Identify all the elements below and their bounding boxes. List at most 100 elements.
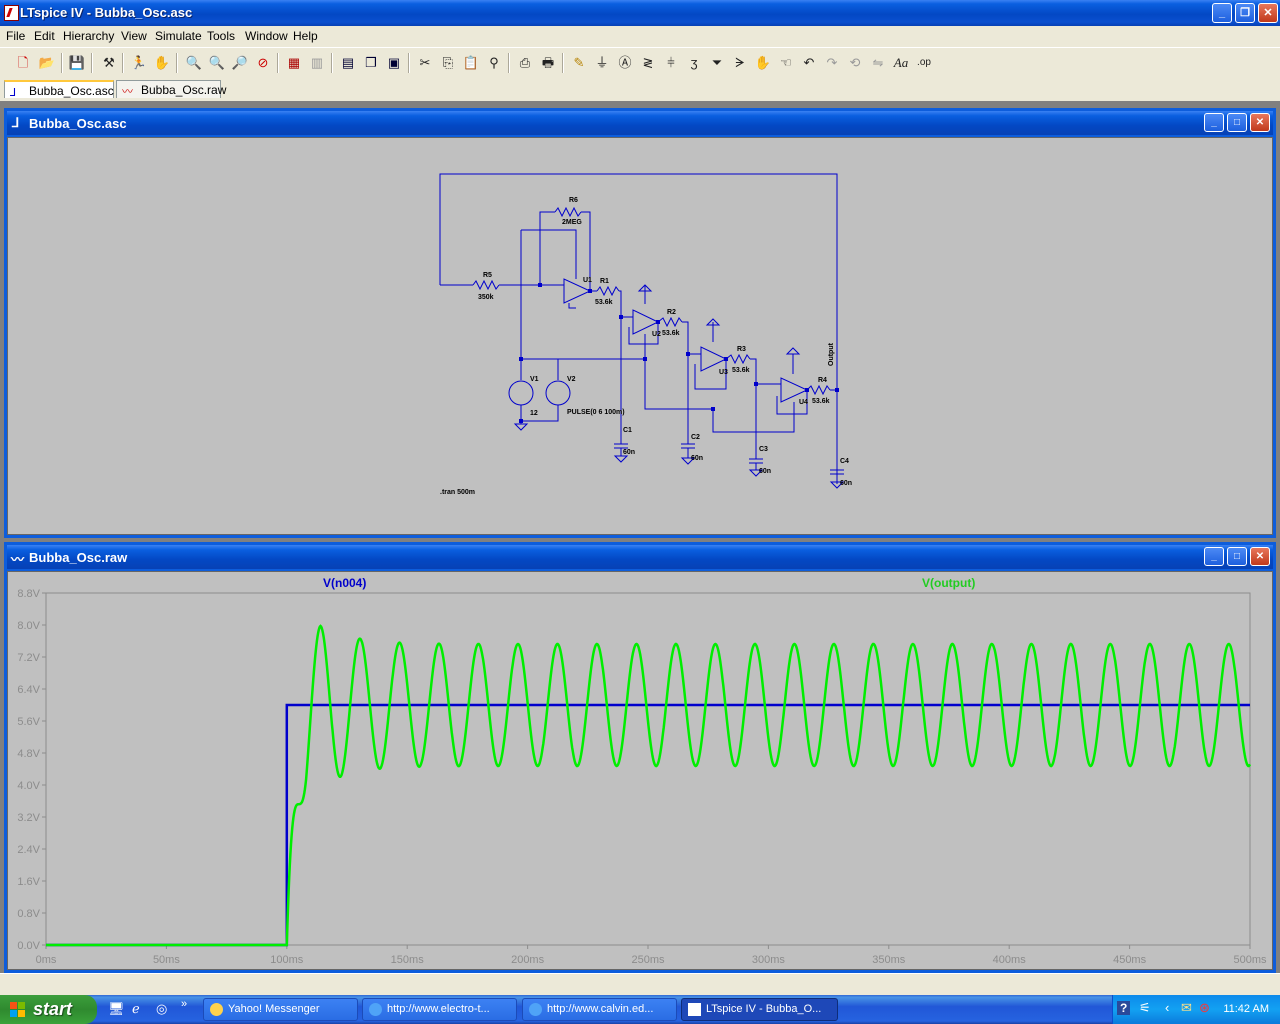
ltspice-app-icon[interactable] [4, 5, 19, 21]
tile-horizontal-icon[interactable]: ▤ [338, 53, 358, 73]
menu-tools[interactable]: Tools [207, 29, 235, 43]
ground-icon[interactable]: ⏚ [592, 53, 612, 73]
undo-icon[interactable]: ↶ [799, 53, 819, 73]
cascade-icon[interactable]: ❐ [361, 53, 381, 73]
clock: 11:42 AM [1223, 1003, 1269, 1015]
component-icon[interactable]: ᗒ [730, 53, 750, 73]
menu-file[interactable]: File [6, 29, 25, 43]
capacitor-icon[interactable]: ⫩ [661, 53, 681, 73]
task-ltspice[interactable]: LTspice IV - Bubba_O... [681, 998, 838, 1021]
r1-value: 53.6k [595, 299, 613, 306]
c1-label: C1 [623, 427, 632, 434]
r5-value: 350k [478, 294, 494, 301]
task-electro-tech[interactable]: http://www.electro-t... [362, 998, 517, 1021]
restore-button[interactable]: ❐ [1235, 3, 1255, 23]
c2-value: 60n [691, 455, 703, 462]
control-panel-icon[interactable]: ⚒ [99, 53, 119, 73]
fft-icon[interactable]: ▥ [307, 53, 327, 73]
task-yahoo-messenger[interactable]: Yahoo! Messenger [203, 998, 358, 1021]
print-setup-icon[interactable]: ⎙ [515, 53, 535, 73]
x-tick-label: 350ms [872, 954, 906, 966]
copy-icon[interactable]: ⎘ [438, 53, 458, 73]
paste-icon[interactable]: 📋 [461, 53, 481, 73]
text-icon[interactable]: Aa [891, 53, 911, 73]
x-tick-label: 200ms [511, 954, 545, 966]
y-tick-label: 3.2V [17, 812, 40, 824]
mail-tray-icon[interactable]: ✉ [1181, 1000, 1192, 1016]
u1-label: U1 [583, 277, 592, 284]
windows-logo-icon [10, 1002, 26, 1018]
schematic-drawing[interactable]: R6 2MEG R5 350k U1 R1 53.6k R2 53.6k U2 … [8, 138, 1274, 536]
y-tick-label: 2.4V [17, 844, 40, 856]
schematic-canvas[interactable]: R6 2MEG R5 350k U1 R1 53.6k R2 53.6k U2 … [7, 137, 1273, 535]
internet-explorer-icon[interactable]: ℯ [132, 1001, 140, 1017]
trace-label-output: V(output) [922, 576, 975, 590]
schematic-maximize-button[interactable]: □ [1227, 113, 1247, 132]
c4-value: 60n [840, 480, 852, 487]
open-icon[interactable]: 📂 [37, 53, 57, 73]
zoom-in-icon[interactable]: 🔍 [184, 53, 204, 73]
menu-hierarchy[interactable]: Hierarchy [63, 29, 114, 43]
move-icon[interactable]: ✋ [753, 53, 773, 73]
task-calvin[interactable]: http://www.calvin.ed... [522, 998, 677, 1021]
redo-icon[interactable]: ↷ [822, 53, 842, 73]
network-tray-icon[interactable]: ⚟ [1139, 1000, 1151, 1016]
menu-edit[interactable]: Edit [34, 29, 55, 43]
c4-label: C4 [840, 458, 849, 465]
trace-label-n004: V(n004) [323, 576, 366, 590]
tab-schematic[interactable]: ⅃ Bubba_Osc.asc [4, 80, 114, 99]
tab-waveform[interactable]: 〰 Bubba_Osc.raw [116, 80, 226, 98]
y-tick-label: 1.6V [17, 876, 40, 888]
new-schematic-icon[interactable]: 🗋 [13, 53, 33, 73]
run-icon[interactable]: 🏃 [129, 53, 149, 73]
waveform-close-button[interactable]: ✕ [1250, 547, 1270, 566]
waveform-maximize-button[interactable]: □ [1227, 547, 1247, 566]
menu-window[interactable]: Window [245, 29, 288, 43]
status-bar [0, 973, 1280, 996]
zoom-fit-icon[interactable]: ⊘ [253, 53, 273, 73]
help-tray-icon[interactable]: ? [1117, 1001, 1131, 1015]
mirror-icon[interactable]: ⇋ [868, 53, 888, 73]
close-button[interactable]: ✕ [1258, 3, 1278, 23]
draw-wire-icon[interactable]: ✎ [569, 53, 589, 73]
waveform-plot[interactable]: 0.0V 0.8V 1.6V 2.4V 3.2V 4.0V 4.8V 5.6V 6.4V 7.2V… [8, 572, 1274, 972]
show-desktop-icon[interactable]: 🖥 [108, 1001, 125, 1017]
diode-icon[interactable]: ⏷ [707, 53, 727, 73]
quick-launch-icon[interactable]: ◎ [156, 1001, 167, 1017]
tray-expand-icon[interactable]: ‹ [1165, 1000, 1169, 1015]
menu-simulate[interactable]: Simulate [155, 29, 202, 43]
quick-launch-expand-icon[interactable]: » [181, 998, 187, 1010]
waveform-plot-area[interactable]: 0.0V 0.8V 1.6V 2.4V 3.2V 4.0V 4.8V 5.6V 6.4V 7.2V… [7, 571, 1273, 970]
label-net-icon[interactable]: Ⓐ [615, 53, 635, 73]
r2-label: R2 [667, 309, 676, 316]
pan-icon[interactable]: 🔍 [207, 53, 227, 73]
rotate-icon[interactable]: ⟲ [845, 53, 865, 73]
menu-view[interactable]: View [121, 29, 147, 43]
spice-directive-icon[interactable]: .op [914, 53, 934, 73]
halt-icon[interactable]: ✋ [152, 53, 172, 73]
drag-icon[interactable]: ☜ [776, 53, 796, 73]
u2-label: U2 [652, 331, 661, 338]
minimize-button[interactable]: _ [1212, 3, 1232, 23]
c3-label: C3 [759, 446, 768, 453]
y-tick-label: 8.8V [17, 588, 40, 600]
tile-vertical-icon[interactable]: ▣ [384, 53, 404, 73]
autorange-icon[interactable]: ▦ [284, 53, 304, 73]
save-icon[interactable]: 💾 [67, 53, 87, 73]
resistor-icon[interactable]: ≷ [638, 53, 658, 73]
find-icon[interactable]: ⚲ [484, 53, 504, 73]
waveform-minimize-button[interactable]: _ [1204, 547, 1224, 566]
schematic-minimize-button[interactable]: _ [1204, 113, 1224, 132]
inductor-icon[interactable]: ʒ [684, 53, 704, 73]
print-icon[interactable]: 🖶 [538, 53, 558, 73]
c3-value: 60n [759, 468, 771, 475]
zoom-out-icon[interactable]: 🔎 [230, 53, 250, 73]
y-tick-label: 4.0V [17, 780, 40, 792]
security-tray-icon[interactable]: ⊛ [1199, 1000, 1210, 1016]
y-tick-label: 0.8V [17, 908, 40, 920]
schematic-close-button[interactable]: ✕ [1250, 113, 1270, 132]
menu-help[interactable]: Help [293, 29, 318, 43]
start-button[interactable]: start [0, 995, 97, 1024]
cut-icon[interactable]: ✂ [415, 53, 435, 73]
x-tick-label: 250ms [631, 954, 665, 966]
